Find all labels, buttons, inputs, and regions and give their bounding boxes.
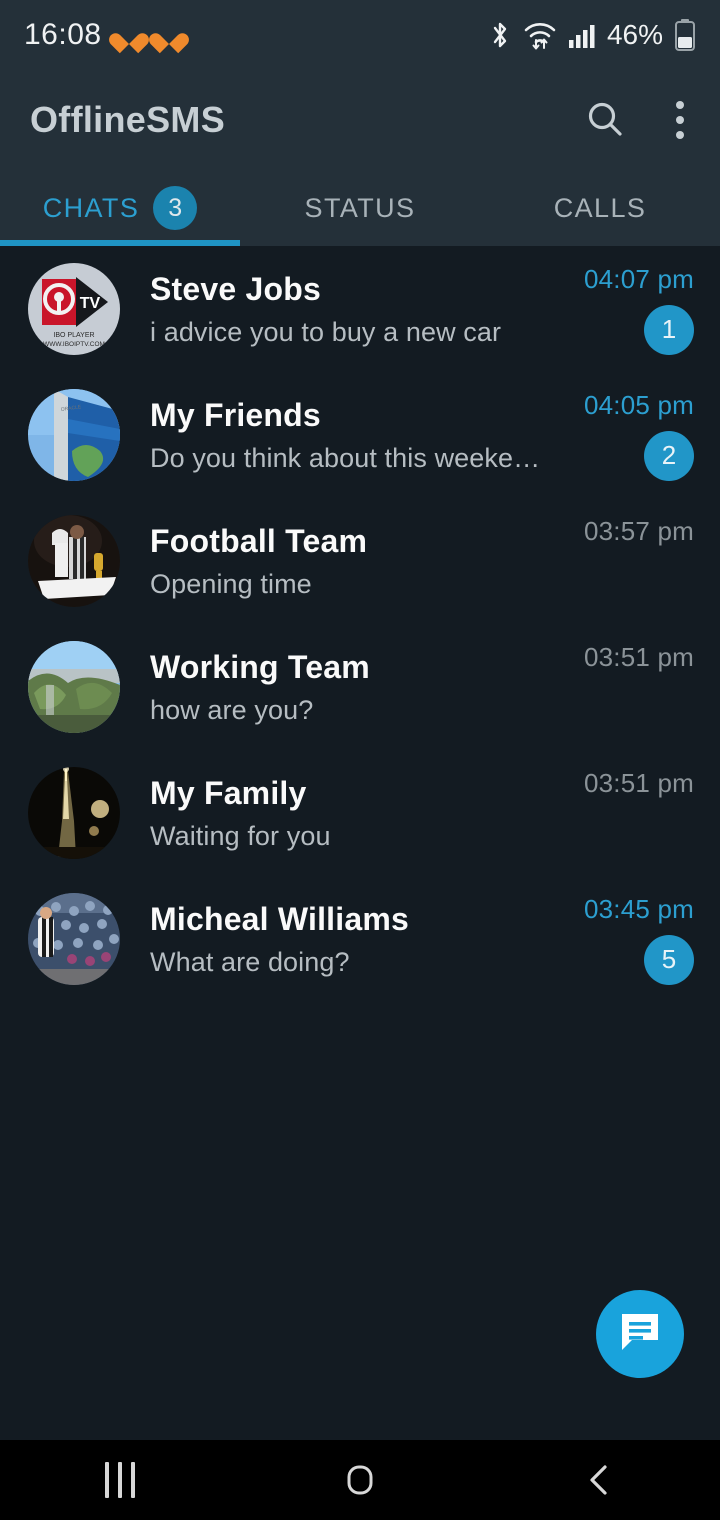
list-item[interactable]: TV IBO PLAYER WWW.IBOIPTV.COM Steve Jobs… xyxy=(0,246,720,372)
new-message-fab[interactable] xyxy=(596,1290,684,1378)
chat-preview: Do you think about this weekend? xyxy=(150,442,548,473)
tab-calls[interactable]: CALLS xyxy=(480,170,720,246)
list-item-meta: 03:57 pm xyxy=(548,516,694,607)
heart-icon xyxy=(156,23,182,47)
svg-text:IBO PLAYER: IBO PLAYER xyxy=(53,332,94,339)
bluetooth-icon xyxy=(488,20,512,50)
list-item-content: Working Team how are you? xyxy=(120,649,548,726)
status-bar-right: 46% xyxy=(488,19,696,51)
tab-status-label: STATUS xyxy=(304,192,416,223)
app-bar: OfflineSMS xyxy=(0,70,720,170)
chat-name: Micheal Williams xyxy=(150,900,409,937)
tab-chats[interactable]: CHATS 3 xyxy=(0,170,240,246)
chat-name: Football Team xyxy=(150,522,368,559)
battery-icon xyxy=(674,19,696,51)
list-item[interactable]: ORACLE My Friends Do you think about thi… xyxy=(0,372,720,498)
svg-text:WWW.IBOIPTV.COM: WWW.IBOIPTV.COM xyxy=(43,341,105,348)
chat-name: My Friends xyxy=(150,396,321,433)
chat-timestamp: 03:45 pm xyxy=(583,893,694,924)
heart-icon xyxy=(116,23,142,47)
unread-badge: 5 xyxy=(644,934,694,985)
chat-name: Working Team xyxy=(150,648,370,685)
status-bar-left: 16:08 xyxy=(24,18,182,52)
chat-preview: Opening time xyxy=(150,568,312,599)
chat-timestamp: 04:07 pm xyxy=(583,263,694,294)
list-item[interactable]: Football Team Opening time 03:57 pm xyxy=(0,498,720,624)
new-message-icon xyxy=(617,1309,663,1360)
system-navigation-bar xyxy=(0,1440,720,1520)
tab-active-indicator xyxy=(0,240,240,246)
battery-percent-label: 46% xyxy=(606,19,663,50)
chat-name: Steve Jobs xyxy=(150,270,321,307)
chat-preview: how are you? xyxy=(150,694,314,725)
tab-calls-label: CALLS xyxy=(553,192,647,223)
home-icon[interactable] xyxy=(240,1459,480,1501)
chat-list[interactable]: TV IBO PLAYER WWW.IBOIPTV.COM Steve Jobs… xyxy=(0,246,720,1420)
list-item-content: My Family Waiting for you xyxy=(120,775,548,852)
list-item[interactable]: Working Team how are you? 03:51 pm xyxy=(0,624,720,750)
list-item-content: Micheal Williams What are doing? xyxy=(120,901,548,978)
avatar xyxy=(28,893,120,985)
tab-chats-badge: 3 xyxy=(153,186,198,230)
chat-timestamp: 03:57 pm xyxy=(583,515,694,546)
unread-badge: 1 xyxy=(644,304,694,355)
chat-preview: What are doing? xyxy=(150,946,350,977)
list-item-content: Steve Jobs i advice you to buy a new car xyxy=(120,271,548,348)
list-item-meta: 04:07 pm 1 xyxy=(548,264,694,355)
avatar xyxy=(28,767,120,859)
chat-preview: Waiting for you xyxy=(150,820,331,851)
chat-timestamp: 03:51 pm xyxy=(583,641,694,672)
chat-name: My Family xyxy=(150,774,307,811)
chat-preview: i advice you to buy a new car xyxy=(150,316,502,347)
list-item-meta: 03:51 pm xyxy=(548,642,694,733)
list-item-meta: 03:51 pm xyxy=(548,768,694,859)
overflow-menu-icon[interactable] xyxy=(666,97,694,143)
list-item-meta: 04:05 pm 2 xyxy=(548,390,694,481)
tab-status[interactable]: STATUS xyxy=(240,170,480,246)
list-item-content: My Friends Do you think about this weeke… xyxy=(120,397,548,474)
avatar xyxy=(28,641,120,733)
search-icon[interactable] xyxy=(584,99,626,141)
list-item[interactable]: Micheal Williams What are doing? 03:45 p… xyxy=(0,876,720,1002)
svg-text:TV: TV xyxy=(80,295,101,312)
list-item-meta: 03:45 pm 5 xyxy=(548,894,694,985)
cellular-signal-icon xyxy=(568,21,596,49)
status-bar-clock: 16:08 xyxy=(24,18,102,51)
app-bar-actions xyxy=(584,97,694,143)
chat-timestamp: 04:05 pm xyxy=(583,389,694,420)
unread-badge: 2 xyxy=(644,430,694,481)
avatar xyxy=(28,515,120,607)
page-title: OfflineSMS xyxy=(30,99,226,140)
wifi-icon xyxy=(523,20,557,50)
status-bar: 16:08 46% xyxy=(0,0,720,70)
list-item[interactable]: My Family Waiting for you 03:51 pm xyxy=(0,750,720,876)
avatar: TV IBO PLAYER WWW.IBOIPTV.COM xyxy=(28,263,120,355)
back-icon[interactable] xyxy=(480,1459,720,1501)
tab-bar: CHATS 3 STATUS CALLS xyxy=(0,170,720,246)
chat-timestamp: 03:51 pm xyxy=(583,767,694,798)
list-item-content: Football Team Opening time xyxy=(120,523,548,600)
tab-chats-label: CHATS xyxy=(42,192,140,223)
recents-icon[interactable] xyxy=(0,1462,240,1498)
avatar: ORACLE xyxy=(28,389,120,481)
app-screen: 16:08 46% OfflineSMS CHATS 3 STATUS CALL… xyxy=(0,0,720,1520)
